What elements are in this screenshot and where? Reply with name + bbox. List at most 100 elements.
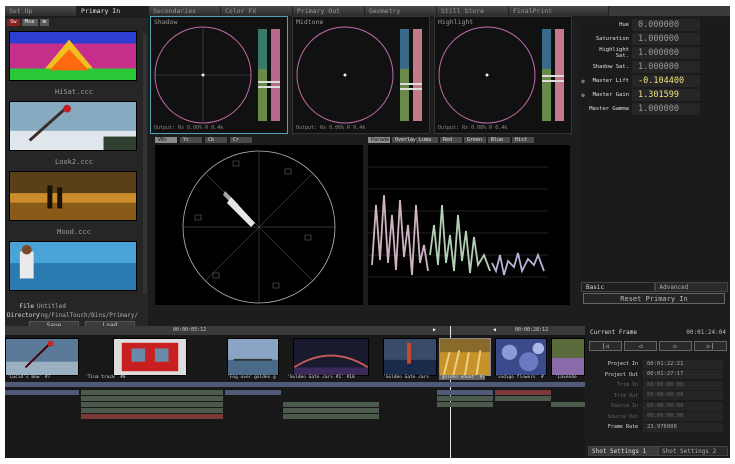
preset-thumbnail-mood[interactable]: [9, 171, 137, 221]
shot-label: 'golden wheat' #1: [439, 375, 486, 380]
go-to-start-button[interactable]: |◁: [589, 341, 622, 351]
setting-row: Trim In 00:00:00:00: [586, 380, 730, 391]
shot-thumbnail[interactable]: [293, 338, 369, 376]
file-field[interactable]: Untitled: [37, 302, 66, 311]
browser-scrollbar[interactable]: [143, 33, 147, 293]
param-value-field[interactable]: 1.000000: [632, 33, 700, 45]
setting-value-field[interactable]: 00:00:00:00: [643, 391, 723, 401]
highlight-wheel-panel[interactable]: Highlight Output: Rx 0.00% R 0.4k: [434, 16, 572, 134]
keyframe-dot-icon[interactable]: ●: [579, 78, 587, 85]
keyframe-dot-icon[interactable]: ●: [579, 92, 587, 99]
wf-btn-parade[interactable]: Parade: [368, 137, 390, 143]
wf-btn-red[interactable]: Red: [440, 137, 462, 143]
track-bar[interactable]: [5, 390, 79, 395]
param-value-field[interactable]: 1.000000: [632, 103, 700, 115]
param-value-field[interactable]: 1.000000: [632, 61, 700, 73]
browser-tab-sw[interactable]: Sw: [7, 19, 20, 26]
tab-color-fx[interactable]: Color FX: [221, 6, 293, 16]
track-bar[interactable]: [495, 396, 551, 401]
track-bar[interactable]: [495, 390, 551, 395]
track-bar[interactable]: [551, 402, 585, 407]
param-value-field[interactable]: 0.000000: [632, 19, 700, 31]
go-to-end-button[interactable]: ▷|: [694, 341, 727, 351]
tab-advanced[interactable]: Advanced: [654, 282, 728, 292]
shot-thumbnail[interactable]: [113, 338, 187, 376]
tab-primary-in[interactable]: Primary In: [77, 6, 149, 16]
setting-row: Trim Out 00:00:00:00: [586, 391, 730, 402]
shot-thumbnail-selected[interactable]: [439, 338, 491, 376]
wf-btn-hist[interactable]: Hist: [512, 137, 534, 143]
track-bar[interactable]: [437, 402, 493, 407]
track-bar[interactable]: [283, 408, 379, 413]
track-bar[interactable]: [81, 402, 223, 407]
param-value-field[interactable]: 1.301599: [632, 89, 700, 101]
param-value-field[interactable]: -0.104400: [632, 75, 700, 87]
setting-value-field[interactable]: 00:01:27:17: [643, 370, 723, 380]
scope-btn-yc[interactable]: Yc: [180, 137, 202, 143]
tab-set-up[interactable]: Set Up: [5, 6, 77, 16]
tab-shot-settings-2[interactable]: Shot Settings 2: [658, 446, 728, 456]
shadow-wheel-panel[interactable]: Shadow Output: Rx 0.00% R 0.4k: [150, 16, 288, 134]
track-bar[interactable]: [5, 382, 585, 387]
scope-btn-cr[interactable]: Cr: [230, 137, 252, 143]
track-bar[interactable]: [283, 414, 379, 419]
preset-label: HiSat.ccc: [55, 88, 93, 96]
preset-label: Mood.ccc: [57, 228, 91, 236]
browser-tab-mse[interactable]: Mse: [21, 19, 38, 26]
track-bar[interactable]: [81, 396, 223, 401]
reset-primary-in-button[interactable]: Reset Primary In: [583, 293, 725, 304]
track-bar[interactable]: [225, 390, 281, 395]
directory-field[interactable]: /ng/FinalTouch/Bins/Primary/: [37, 311, 138, 320]
track-bar[interactable]: [81, 408, 223, 413]
tab-shot-settings-1[interactable]: Shot Settings 1: [588, 446, 658, 456]
tab-secondaries[interactable]: Secondaries: [149, 6, 221, 16]
current-frame-value[interactable]: 00:01:24:04: [686, 329, 726, 336]
track-bar[interactable]: [81, 414, 223, 419]
wf-btn-overlay[interactable]: Overlay: [392, 137, 416, 143]
setting-value-field[interactable]: 00:00:00:00: [643, 401, 723, 411]
setting-value-field[interactable]: 00:01:22:21: [643, 359, 723, 369]
out-marker-icon[interactable]: ◀: [493, 327, 496, 333]
track-bar[interactable]: [437, 396, 493, 401]
highlight-color-wheel[interactable]: [435, 23, 571, 127]
shadow-color-wheel[interactable]: [151, 23, 287, 127]
shot-thumbnail[interactable]: [383, 338, 437, 376]
tab-primary-out[interactable]: Primary Out: [293, 6, 365, 16]
wf-btn-blue[interactable]: Blue: [488, 137, 510, 143]
browser-tab-grid[interactable]: ⊞: [39, 19, 49, 26]
wf-btn-luma[interactable]: Luma: [416, 137, 438, 143]
tab-finalprint[interactable]: FinalPrint: [509, 6, 609, 16]
setting-value-field[interactable]: 00:00:00:00: [643, 412, 723, 422]
shot-thumbnail[interactable]: [551, 338, 585, 376]
setting-value-field[interactable]: 23.976000: [643, 422, 723, 432]
midtone-color-wheel[interactable]: [293, 23, 429, 127]
scope-btn-vbs[interactable]: VBs: [155, 137, 177, 143]
tab-still-store[interactable]: Still Store: [437, 6, 509, 16]
shot-thumbnail[interactable]: [495, 338, 547, 376]
param-label: Highlight Sat.: [599, 47, 629, 59]
param-label: Master Gain: [592, 92, 629, 98]
grade-tracks: [5, 382, 585, 452]
track-bar[interactable]: [81, 390, 223, 395]
preset-thumbnail-4[interactable]: [9, 241, 137, 291]
track-bar[interactable]: [283, 402, 379, 407]
tab-basic[interactable]: Basic: [581, 282, 655, 292]
preset-thumbnail-look2[interactable]: [9, 101, 137, 151]
shot-label: 'indigo flowers' #: [495, 375, 544, 380]
tab-geometry[interactable]: Geometry: [365, 6, 437, 16]
file-label: File: [19, 303, 34, 310]
shot-thumbnail[interactable]: [227, 338, 279, 376]
midtone-wheel-panel[interactable]: Midtone Output: Rx 0.00% R 0.4k: [292, 16, 430, 134]
setting-value-field[interactable]: 00:00:00:00: [643, 380, 723, 390]
scope-btn-cb[interactable]: Cb: [205, 137, 227, 143]
shot-thumbnail[interactable]: [5, 338, 79, 376]
param-value-field[interactable]: 1.000000: [632, 47, 700, 59]
wf-btn-green[interactable]: Green: [464, 137, 486, 143]
track-bar[interactable]: [437, 390, 493, 395]
timeline-ruler[interactable]: 00:00:05:12 00:00:28:12 ▶ ◀: [5, 326, 585, 335]
next-button[interactable]: ▷: [659, 341, 692, 351]
setting-label: Project Out: [604, 371, 638, 378]
preset-thumbnail-hisat[interactable]: [9, 31, 137, 81]
previous-button[interactable]: ◁: [624, 341, 657, 351]
in-marker-icon[interactable]: ▶: [433, 327, 436, 333]
